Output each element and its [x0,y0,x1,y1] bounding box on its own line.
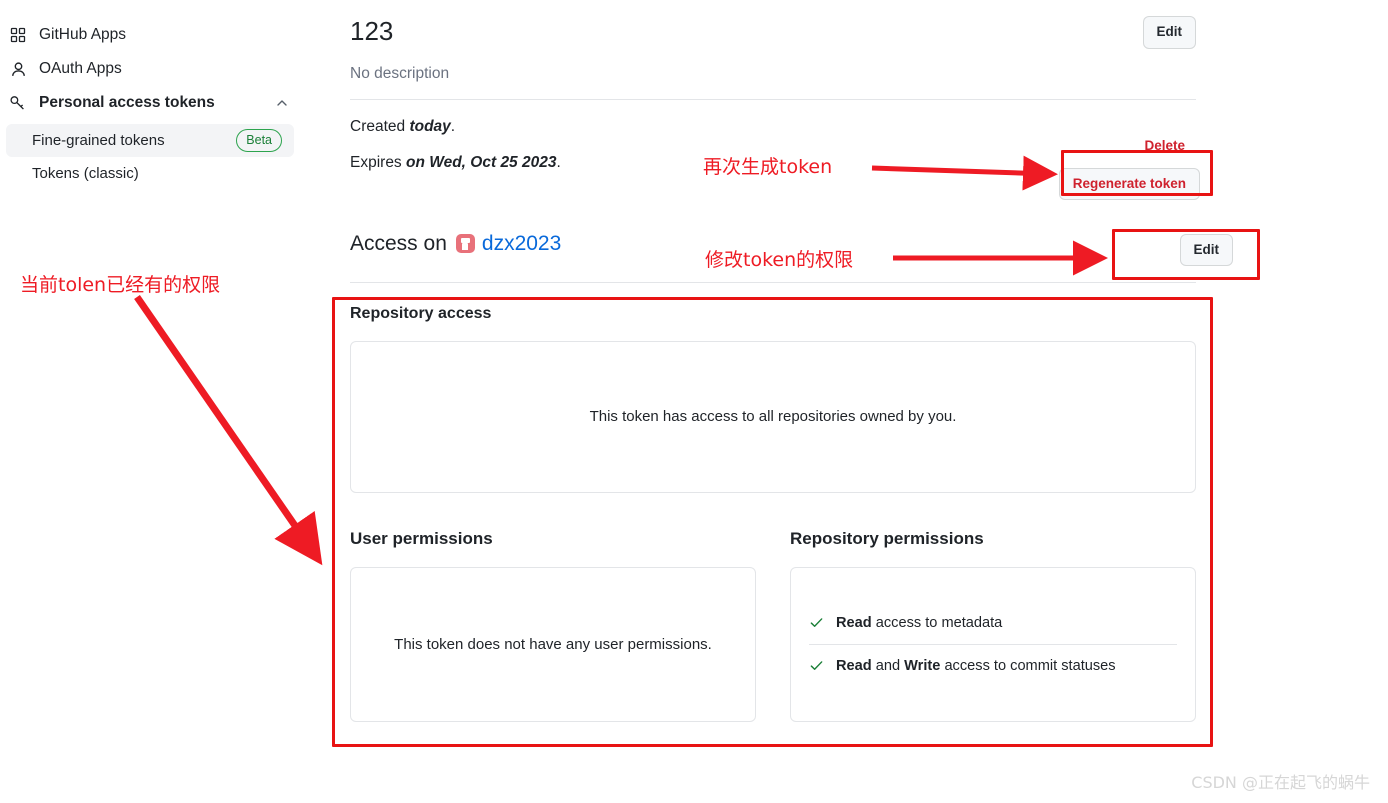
annotation-label-edit-permissions: 修改token的权限 [705,249,854,271]
access-heading-text: Access on [350,231,447,255]
permissions-columns: User permissions This token does not hav… [350,529,1196,722]
user-permissions-column: User permissions This token does not hav… [350,529,756,722]
expires-value: on Wed, Oct 25 2023 [406,153,557,171]
permission-level: Read [836,614,872,631]
check-icon [809,658,824,673]
permission-text: access to metadata [871,614,1003,631]
permission-connector: and [871,657,905,674]
expires-prefix: Expires [350,153,406,171]
page-title: 123 [350,16,394,46]
created-prefix: Created [350,117,410,135]
person-icon [8,59,28,79]
sidebar: GitHub Apps OAuth Apps Personal access t… [0,0,300,190]
permission-row: Read access to metadata [809,602,1177,644]
permission-level-secondary: Write [904,657,941,674]
divider-2 [350,281,1196,283]
repository-permissions-heading: Repository permissions [790,528,984,548]
sidebar-subitem-label: Tokens (classic) [32,165,139,182]
repository-permissions-column: Repository permissions Read access to me… [790,529,1196,722]
edit-token-button[interactable]: Edit [1142,16,1196,49]
sidebar-item-oauth-apps[interactable]: OAuth Apps [0,52,300,86]
permission-text: access to commit statuses [940,657,1116,674]
owner-link[interactable]: dzx2023 [482,232,561,256]
annotation-label-current-permissions: 当前tolen已经有的权限 [20,274,221,296]
user-permissions-box: This token does not have any user permis… [350,566,756,722]
check-icon [809,615,824,630]
user-permissions-heading: User permissions [350,528,493,548]
watermark: CSDN @正在起飞的蜗牛 [1191,773,1370,792]
sidebar-subnav: Fine-grained tokens Beta Tokens (classic… [0,124,300,190]
repository-access-message: This token has access to all repositorie… [589,408,957,425]
divider [350,98,1196,100]
beta-badge: Beta [236,128,282,153]
sidebar-item-personal-access-tokens[interactable]: Personal access tokens [0,86,300,120]
main-content: 123 Edit No description Created today. E… [350,0,1233,722]
sidebar-item-label: GitHub Apps [39,26,127,43]
created-value: today [409,117,451,135]
regenerate-token-button[interactable]: Regenerate token [1058,167,1200,200]
repository-access-heading: Repository access [350,304,492,322]
expires-suffix: . [556,153,561,171]
user-permissions-message: This token does not have any user permis… [394,635,712,653]
permission-level: Read [836,657,872,674]
annotation-label-regenerate: 再次生成token [703,156,833,178]
avatar [455,234,475,253]
sidebar-item-label: Personal access tokens [39,94,215,111]
chevron-up-icon[interactable] [274,95,290,111]
permission-row: Read and Write access to commit statuses [809,643,1177,687]
apps-grid-icon [8,25,28,45]
created-suffix: . [450,117,456,135]
token-header: 123 Edit [350,0,1196,49]
sidebar-item-github-apps[interactable]: GitHub Apps [0,18,300,52]
delete-token-button[interactable]: Delete [1133,130,1196,163]
permissions-panel: Repository access This token has access … [350,305,1196,722]
key-icon [8,93,28,113]
sidebar-item-tokens-classic[interactable]: Tokens (classic) [6,157,294,190]
edit-permissions-button[interactable]: Edit [1179,233,1233,266]
sidebar-item-label: OAuth Apps [39,60,122,77]
repository-access-box: This token has access to all repositorie… [350,340,1196,493]
created-line: Created today. [350,118,1196,136]
sidebar-subitem-label: Fine-grained tokens [32,132,165,149]
repository-permissions-box: Read access to metadata Read and Write a… [790,566,1196,722]
sidebar-item-fine-grained-tokens[interactable]: Fine-grained tokens Beta [6,124,294,157]
token-description: No description [350,64,450,82]
